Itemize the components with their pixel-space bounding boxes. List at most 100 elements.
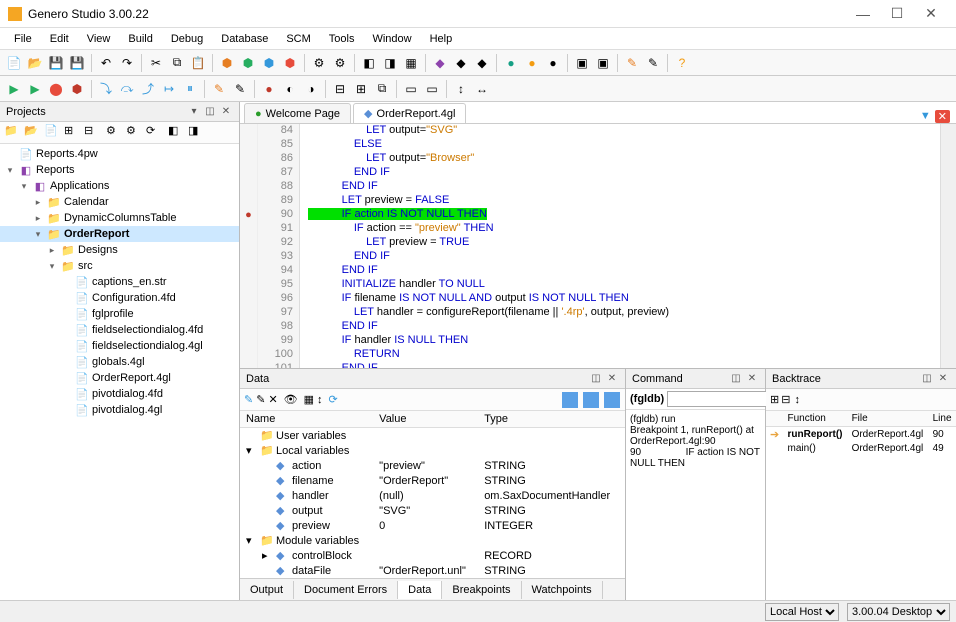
- delete-icon[interactable]: ✕: [268, 393, 277, 406]
- filter-icon[interactable]: ▼: [920, 110, 931, 123]
- tree-twisty-icon[interactable]: ▸: [32, 197, 44, 208]
- debug-icon[interactable]: ⬤: [46, 79, 66, 99]
- step-over-icon[interactable]: ⤼: [117, 79, 137, 99]
- menu-edit[interactable]: Edit: [42, 31, 77, 47]
- save-all-icon[interactable]: 💾: [67, 53, 87, 73]
- tool-icon[interactable]: ↕: [451, 79, 471, 99]
- panel-close-icon[interactable]: ✕: [745, 372, 759, 386]
- tool-icon[interactable]: ↕: [317, 394, 323, 406]
- bottom-tab[interactable]: Output: [240, 581, 294, 599]
- column-header[interactable]: Line: [929, 411, 956, 427]
- open-icon[interactable]: 📂: [25, 53, 45, 73]
- stack-frame-row[interactable]: ➔runReport()OrderReport.4gl90: [766, 427, 956, 443]
- tree-item[interactable]: 📄fglprofile: [0, 306, 239, 322]
- panel-close-icon[interactable]: ✕: [605, 372, 619, 386]
- step-icon[interactable]: ⤵: [96, 79, 116, 99]
- tool-icon[interactable]: ✎: [622, 53, 642, 73]
- project-tree[interactable]: 📄Reports.4pw▾◧Reports▾◧Applications▸📁Cal…: [0, 144, 239, 600]
- stack-frame-row[interactable]: main()OrderReport.4gl49: [766, 442, 956, 455]
- tool-icon[interactable]: ◧: [168, 124, 186, 142]
- tree-item[interactable]: 📄fieldselectiondialog.4gl: [0, 338, 239, 354]
- menu-tools[interactable]: Tools: [321, 31, 363, 47]
- build-icon[interactable]: ⚙: [330, 53, 350, 73]
- tool-icon[interactable]: ⚙: [126, 124, 144, 142]
- bottom-tab[interactable]: Watchpoints: [522, 581, 603, 599]
- tool-icon[interactable]: ✎: [209, 79, 229, 99]
- host-select[interactable]: Local Host: [765, 603, 839, 621]
- tool-icon[interactable]: 📄: [44, 124, 62, 142]
- variable-row[interactable]: ◆handler(null)om.SaxDocumentHandler: [240, 488, 625, 503]
- continue-icon[interactable]: ↦: [159, 79, 179, 99]
- tree-item[interactable]: 📄fieldselectiondialog.4fd: [0, 322, 239, 338]
- variable-row[interactable]: 📁User variables: [240, 428, 625, 444]
- tool-icon[interactable]: ●: [501, 53, 521, 73]
- menu-window[interactable]: Window: [364, 31, 419, 47]
- tree-twisty-icon[interactable]: ▸: [32, 213, 44, 224]
- column-header[interactable]: [766, 411, 784, 427]
- tool-icon[interactable]: ◆: [430, 53, 450, 73]
- variables-grid[interactable]: NameValueType📁User variables▾📁Local vari…: [240, 411, 625, 578]
- tool-icon[interactable]: ✎: [256, 393, 265, 406]
- help-icon[interactable]: ?: [672, 53, 692, 73]
- breakpoint-margin[interactable]: ●: [240, 124, 258, 368]
- cut-icon[interactable]: ✂: [146, 53, 166, 73]
- tool-icon[interactable]: 📁: [4, 124, 22, 142]
- variable-row[interactable]: ◆action"preview"STRING: [240, 458, 625, 473]
- panel-menu-icon[interactable]: ▾: [187, 105, 201, 119]
- tool-icon[interactable]: [562, 392, 578, 408]
- tool-icon[interactable]: ⚙: [106, 124, 124, 142]
- tool-icon[interactable]: ⊟: [330, 79, 350, 99]
- tool-icon[interactable]: ✎: [643, 53, 663, 73]
- menu-help[interactable]: Help: [422, 31, 461, 47]
- tool-icon[interactable]: ⊞: [351, 79, 371, 99]
- column-header[interactable]: Function: [784, 411, 848, 427]
- panel-close-icon[interactable]: ✕: [219, 105, 233, 119]
- variable-row[interactable]: ▾📁Module variables: [240, 533, 625, 548]
- tool-icon[interactable]: ⬢: [259, 53, 279, 73]
- tool-icon[interactable]: ✎: [244, 393, 253, 406]
- config-select[interactable]: 3.00.04 Desktop: [847, 603, 950, 621]
- pause-icon[interactable]: ⏸: [180, 79, 200, 99]
- tool-icon[interactable]: [604, 392, 620, 408]
- tool-icon[interactable]: ◆: [472, 53, 492, 73]
- variable-row[interactable]: ▸◆controlBlockRECORD: [240, 548, 625, 563]
- tool-icon[interactable]: ▣: [572, 53, 592, 73]
- tool-icon[interactable]: 👁: [284, 393, 298, 406]
- bottom-tab[interactable]: Data: [398, 581, 442, 599]
- tool-icon[interactable]: [583, 392, 599, 408]
- debug-icon[interactable]: ▶: [25, 79, 45, 99]
- tool-icon[interactable]: ●: [522, 53, 542, 73]
- save-icon[interactable]: 💾: [46, 53, 66, 73]
- menu-view[interactable]: View: [79, 31, 119, 47]
- column-header[interactable]: File: [848, 411, 929, 427]
- tool-icon[interactable]: ⟳: [146, 124, 164, 142]
- vertical-scrollbar[interactable]: [940, 124, 956, 368]
- minimize-button[interactable]: —: [846, 2, 880, 26]
- tree-item[interactable]: 📄Reports.4pw: [0, 146, 239, 162]
- close-button[interactable]: ✕: [914, 2, 948, 26]
- tree-item[interactable]: 📄pivotdialog.4gl: [0, 402, 239, 418]
- tool-icon[interactable]: ⬢: [280, 53, 300, 73]
- refresh-icon[interactable]: ⟳: [329, 393, 338, 406]
- tree-twisty-icon[interactable]: ▾: [32, 229, 44, 240]
- menu-database[interactable]: Database: [213, 31, 276, 47]
- tree-twisty-icon[interactable]: ▸: [46, 245, 58, 256]
- panel-float-icon[interactable]: ◫: [729, 372, 743, 386]
- tree-item[interactable]: ▸📁DynamicColumnsTable: [0, 210, 239, 226]
- close-all-icon[interactable]: ✕: [935, 110, 950, 123]
- tool-icon[interactable]: ⊟: [781, 393, 790, 406]
- redo-icon[interactable]: ↷: [117, 53, 137, 73]
- panel-float-icon[interactable]: ◫: [589, 372, 603, 386]
- tree-item[interactable]: ▸📁Calendar: [0, 194, 239, 210]
- variable-row[interactable]: ◆dataFile"OrderReport.unl"STRING: [240, 563, 625, 578]
- tool-icon[interactable]: ▣: [593, 53, 613, 73]
- tree-item[interactable]: ▾◧Applications: [0, 178, 239, 194]
- menu-file[interactable]: File: [6, 31, 40, 47]
- run-icon[interactable]: ▶: [4, 79, 24, 99]
- tree-twisty-icon[interactable]: ▾: [46, 261, 58, 272]
- tool-icon[interactable]: ⬢: [238, 53, 258, 73]
- copy-icon[interactable]: ⧉: [167, 53, 187, 73]
- menu-debug[interactable]: Debug: [163, 31, 211, 47]
- tool-icon[interactable]: ◧: [359, 53, 379, 73]
- panel-float-icon[interactable]: ◫: [920, 372, 934, 386]
